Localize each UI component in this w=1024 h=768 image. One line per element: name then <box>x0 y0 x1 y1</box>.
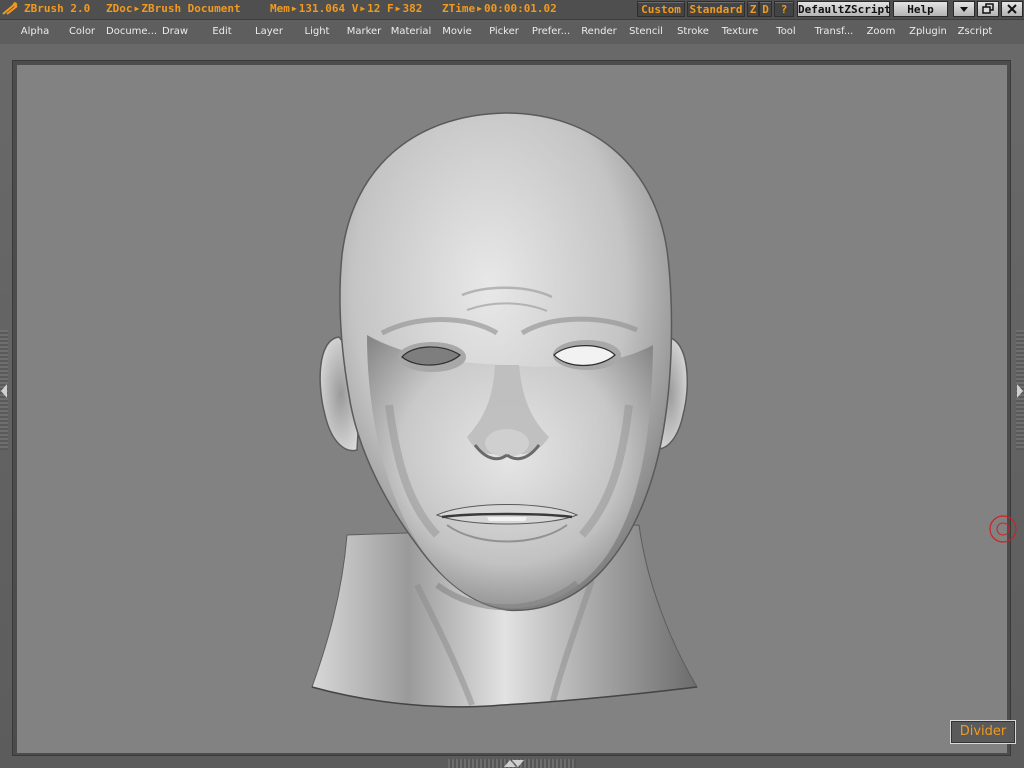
v-label: V <box>351 2 359 15</box>
app-name: ZBrush 2.0 <box>24 2 91 15</box>
help-button[interactable]: Help <box>893 1 948 17</box>
menu-edit[interactable]: Edit <box>203 25 241 39</box>
menu-stroke[interactable]: Stroke <box>671 25 715 39</box>
mem-value: 131.064 <box>298 2 346 15</box>
z-button[interactable]: Z <box>747 1 759 17</box>
menu-draw[interactable]: Draw <box>156 25 194 39</box>
head-sculpt-3d-model <box>311 112 698 708</box>
memory-info: Mem ▶ 131.064 V ▶ 12 F ▶ 382 <box>270 1 422 17</box>
menu-zplugin[interactable]: Zplugin <box>906 25 950 39</box>
title-bar: ZBrush 2.0 ZDoc ▶ ZBrush Document Mem ▶ 131.… <box>0 0 1024 20</box>
menu-render[interactable]: Render <box>578 25 620 39</box>
d-button[interactable]: D <box>759 1 772 17</box>
triangle-icon: ▶ <box>360 4 366 13</box>
down-arrow-icon[interactable] <box>512 760 524 767</box>
triangle-icon: ▶ <box>395 4 401 13</box>
menu-tool[interactable]: Tool <box>768 25 804 39</box>
custom-button[interactable]: Custom <box>637 1 685 17</box>
restore-icon <box>982 3 994 14</box>
menu-zscript[interactable]: Zscript <box>954 25 996 39</box>
brush-cursor-icon <box>989 515 1017 543</box>
divider-button[interactable]: Divider <box>950 720 1016 744</box>
zbrush-window: ZBrush 2.0 ZDoc ▶ ZBrush Document Mem ▶ 131.… <box>0 0 1024 768</box>
menu-zoom[interactable]: Zoom <box>861 25 901 39</box>
menu-bar: Alpha Color Docume... Draw Edit Layer Li… <box>0 20 1024 44</box>
minimize-button[interactable] <box>953 1 975 17</box>
menu-marker[interactable]: Marker <box>342 25 386 39</box>
default-zscript-button[interactable]: DefaultZScript <box>797 1 891 17</box>
ztime-info: ZTime ▶ 00:00:01.02 <box>442 1 557 17</box>
triangle-icon: ▶ <box>291 4 297 13</box>
menu-color[interactable]: Color <box>62 25 102 39</box>
close-icon <box>1007 4 1017 14</box>
standard-button[interactable]: Standard <box>687 1 745 17</box>
mem-label: Mem <box>270 2 290 15</box>
triangle-icon: ▶ <box>477 4 482 13</box>
right-arrow-icon[interactable] <box>1017 384 1023 398</box>
v-value: 12 <box>367 2 381 15</box>
doc-info: ZDoc ▶ ZBrush Document <box>106 1 241 17</box>
menu-texture[interactable]: Texture <box>717 25 763 39</box>
restore-button[interactable] <box>977 1 999 17</box>
menu-alpha[interactable]: Alpha <box>14 25 56 39</box>
menu-document[interactable]: Docume... <box>106 25 157 39</box>
ztime-label: ZTime <box>442 2 476 15</box>
close-button[interactable] <box>1001 1 1023 17</box>
ztime-value: 00:00:01.02 <box>483 2 557 15</box>
menu-transform[interactable]: Transf... <box>810 25 858 39</box>
left-arrow-icon[interactable] <box>1 384 7 398</box>
minimize-icon <box>960 7 968 12</box>
doc-label: ZDoc <box>106 2 133 15</box>
menu-light[interactable]: Light <box>297 25 337 39</box>
doc-name: ZBrush Document <box>141 2 241 15</box>
menu-layer[interactable]: Layer <box>249 25 289 39</box>
f-value: 382 <box>402 2 423 15</box>
document-canvas[interactable] <box>17 65 1007 753</box>
triangle-icon: ▶ <box>134 4 140 13</box>
f-label: F <box>387 2 394 15</box>
menu-stencil[interactable]: Stencil <box>624 25 668 39</box>
menu-picker[interactable]: Picker <box>484 25 524 39</box>
menu-preferences[interactable]: Prefer... <box>528 25 574 39</box>
zbrush-logo-icon <box>2 2 18 15</box>
menu-material[interactable]: Material <box>388 25 434 39</box>
quick-help-button[interactable]: ? <box>774 1 794 17</box>
menu-movie[interactable]: Movie <box>437 25 477 39</box>
